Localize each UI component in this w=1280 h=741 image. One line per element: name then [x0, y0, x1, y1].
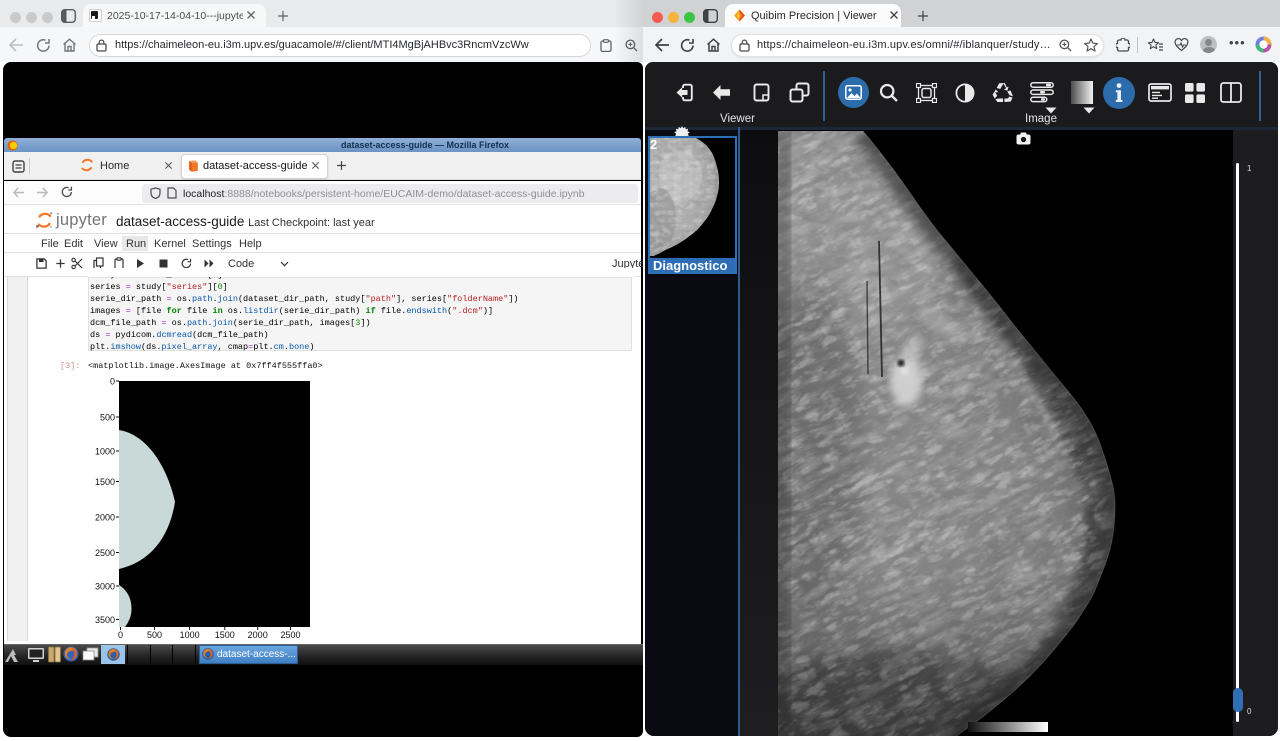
svg-text:2500: 2500: [95, 548, 115, 558]
svg-text:3500: 3500: [95, 615, 115, 625]
svg-text:500: 500: [147, 630, 162, 640]
svg-text:1500: 1500: [95, 477, 115, 487]
svg-text:500: 500: [100, 413, 115, 423]
svg-text:2500: 2500: [280, 630, 300, 640]
svg-text:1000: 1000: [95, 447, 115, 457]
svg-text:3000: 3000: [95, 582, 115, 592]
svg-text:1500: 1500: [215, 630, 235, 640]
svg-text:0: 0: [110, 377, 115, 387]
svg-text:2000: 2000: [248, 630, 268, 640]
svg-text:2000: 2000: [95, 513, 115, 523]
svg-text:1000: 1000: [180, 630, 200, 640]
svg-text:0: 0: [118, 630, 123, 640]
